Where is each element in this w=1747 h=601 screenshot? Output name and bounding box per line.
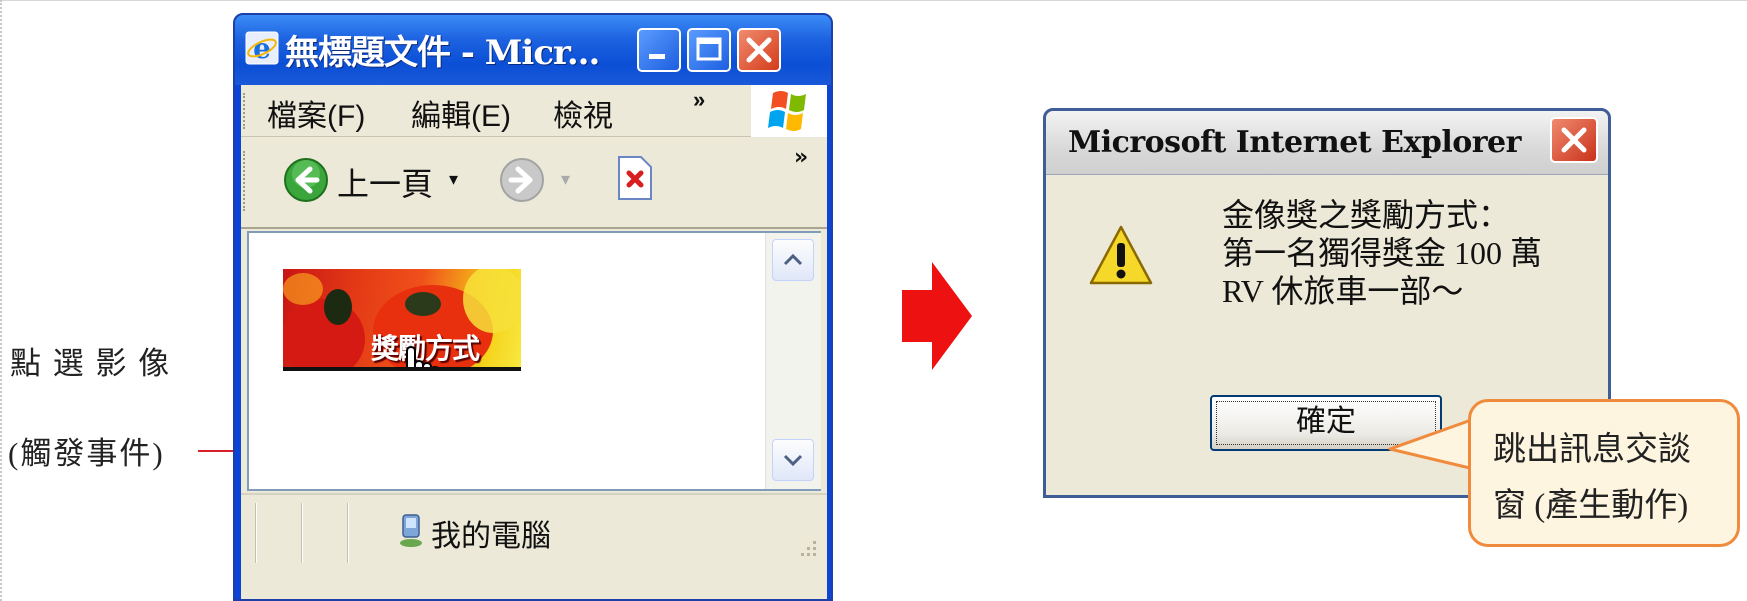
- toolbar-more-chevron[interactable]: »: [794, 145, 808, 170]
- banner-image[interactable]: 獎勵方式: [283, 269, 521, 371]
- dialog-message-line: RV 休旅車一部～: [1222, 273, 1464, 309]
- minimize-button[interactable]: [637, 28, 681, 72]
- back-button-label[interactable]: 上一頁: [337, 159, 433, 205]
- close-icon: [746, 37, 772, 63]
- forward-dropdown[interactable]: ▾: [561, 169, 570, 190]
- callout-line-2: 窗 (產生動作): [1493, 488, 1689, 524]
- page-top-rule: [0, 0, 1747, 3]
- svg-text:e: e: [253, 32, 271, 65]
- scroll-down-button[interactable]: [772, 439, 814, 481]
- menu-edit[interactable]: 編輯(E): [411, 91, 511, 135]
- callout-pointer: [1388, 417, 1475, 471]
- maximize-icon: [696, 37, 722, 61]
- ie-icon: e: [245, 31, 279, 65]
- dialog-titlebar[interactable]: Microsoft Internet Explorer: [1046, 111, 1608, 175]
- maximize-button[interactable]: [687, 28, 731, 72]
- chevron-up-icon: [783, 253, 803, 266]
- hand-cursor-icon: [406, 345, 439, 367]
- status-zone-text: 我的電腦: [431, 519, 551, 554]
- stop-icon[interactable]: [617, 155, 653, 201]
- status-separator: [301, 503, 303, 563]
- status-separator: [347, 503, 349, 563]
- dialog-message-line: 第一名獨得獎金 100 萬: [1222, 235, 1543, 271]
- computer-icon: [400, 514, 422, 547]
- page-left-edge: [0, 0, 4, 601]
- annotation-line-1: 點 選 影 像: [10, 346, 172, 381]
- scroll-up-button[interactable]: [772, 239, 814, 281]
- vertical-scrollbar[interactable]: [765, 233, 821, 489]
- page-content: 獎勵方式: [247, 231, 821, 491]
- status-separator: [255, 503, 257, 563]
- menu-bar: 檔案(F) 編輯(E) 檢視 »: [241, 85, 827, 137]
- windows-logo: [751, 85, 827, 137]
- dialog-message-line: 金像獎之獎勵方式：: [1222, 197, 1511, 233]
- chevron-down-icon: [783, 454, 803, 467]
- browser-body: 檔案(F) 編輯(E) 檢視 » 上一頁 ▾ ▾ » 獎勵方式 我的電腦: [241, 85, 827, 599]
- minimize-icon: [649, 54, 665, 59]
- menu-more-chevron[interactable]: »: [693, 87, 705, 113]
- callout-line-1: 跳出訊息交談: [1493, 432, 1691, 468]
- callout-bubble: 跳出訊息交談 窗 (產生動作): [1468, 399, 1740, 547]
- close-icon: [1561, 127, 1587, 153]
- right-arrow-icon: [902, 262, 972, 370]
- menu-file[interactable]: 檔案(F): [267, 91, 365, 135]
- browser-titlebar[interactable]: e 無標題文件 - Micr...: [235, 15, 831, 85]
- annotation-line-2: (觸發事件): [8, 436, 165, 471]
- resize-grip-icon[interactable]: [787, 535, 821, 565]
- browser-title: 無標題文件 - Micr...: [285, 33, 600, 73]
- status-bar: 我的電腦: [241, 493, 827, 599]
- back-dropdown[interactable]: ▾: [449, 169, 458, 190]
- back-arrow-icon[interactable]: [283, 157, 329, 203]
- dialog-title: Microsoft Internet Explorer: [1068, 125, 1521, 160]
- browser-window: e 無標題文件 - Micr... 檔案(F) 編輯(E) 檢視 » 上一頁 ▾…: [233, 13, 833, 601]
- menubar-grip[interactable]: [243, 93, 247, 129]
- toolbar-grip[interactable]: [243, 151, 247, 211]
- toolbar: 上一頁 ▾ ▾ »: [241, 137, 827, 229]
- windows-flag-icon: [768, 91, 806, 131]
- forward-arrow-icon[interactable]: [499, 157, 545, 203]
- dialog-close-button[interactable]: [1550, 117, 1598, 163]
- close-button[interactable]: [737, 28, 781, 72]
- menu-view[interactable]: 檢視: [553, 91, 613, 135]
- warning-icon: [1089, 225, 1153, 285]
